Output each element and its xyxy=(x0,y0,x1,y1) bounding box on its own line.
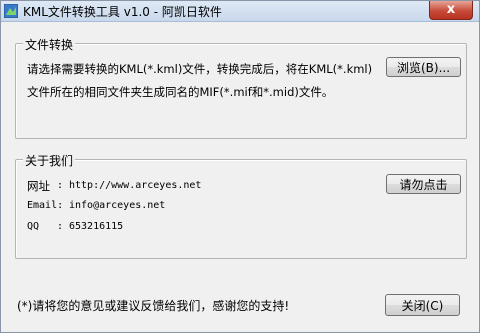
qq-label: QQ xyxy=(27,221,40,232)
email-label: Email: xyxy=(27,200,64,211)
close-icon: x xyxy=(446,2,456,17)
convert-instructions-line2: 文件所在的相同文件夹生成同名的MIF(*.mif和*.mid)文件。 xyxy=(27,85,334,99)
close-window-button[interactable]: x xyxy=(429,1,473,20)
convert-instructions-line1: 请选择需要转换的KML(*.kml)文件，转换完成后，将在KML(*.kml) xyxy=(27,62,373,76)
website-value[interactable]: http://www.arceyes.net xyxy=(69,180,201,191)
website-label: 网址 xyxy=(27,179,50,193)
browse-button[interactable]: 浏览(B)... xyxy=(386,57,461,77)
title-bar[interactable]: KML文件转换工具 v1.0 - 阿凯日软件 x xyxy=(1,1,479,22)
donate-button[interactable]: 请勿点击 xyxy=(386,174,461,194)
qq-separator: : xyxy=(57,221,64,232)
main-window: KML文件转换工具 v1.0 - 阿凯日软件 x 文件转换 请选择需要转换的KM… xyxy=(0,0,480,333)
app-icon xyxy=(4,4,18,18)
qq-value: 653216115 xyxy=(69,221,124,232)
about-group: 关于我们 网址 : http://www.arceyes.net Email: … xyxy=(15,152,467,259)
close-button[interactable]: 关闭(C) xyxy=(385,294,460,316)
convert-group-title: 文件转换 xyxy=(23,36,76,53)
website-separator: : xyxy=(57,180,64,191)
email-value[interactable]: info@arceyes.net xyxy=(69,200,165,211)
window-title: KML文件转换工具 v1.0 - 阿凯日软件 xyxy=(23,5,222,19)
feedback-note: (*)请将您的意见或建议反馈给我们，感谢您的支持! xyxy=(17,299,290,313)
about-group-title: 关于我们 xyxy=(23,152,76,169)
convert-group: 文件转换 请选择需要转换的KML(*.kml)文件，转换完成后，将在KML(*.… xyxy=(15,36,467,139)
